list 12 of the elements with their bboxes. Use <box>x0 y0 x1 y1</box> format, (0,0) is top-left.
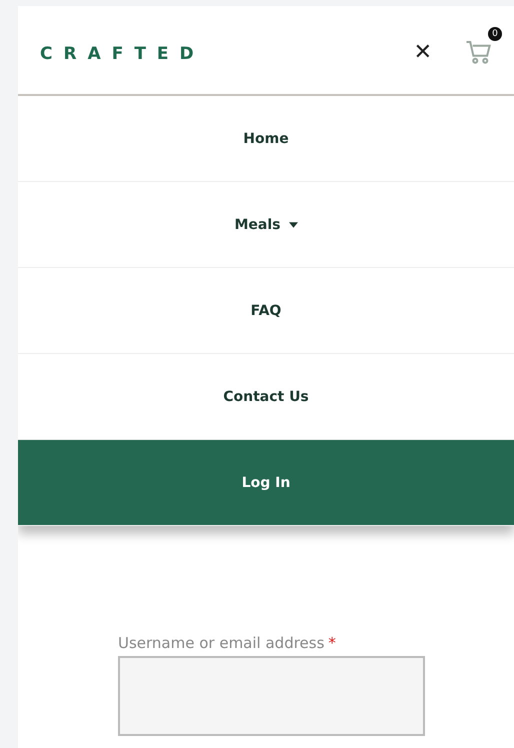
field-label: Username or email address <box>118 634 324 652</box>
required-mark: * <box>328 634 336 652</box>
logo[interactable]: CRAFTED <box>40 44 414 64</box>
menu-item[interactable]: FAQ <box>18 268 514 354</box>
close-icon[interactable]: ✕ <box>414 40 432 64</box>
login-button[interactable]: Log In <box>18 440 514 526</box>
menu-item[interactable]: Meals <box>18 182 514 268</box>
cart-count-badge: 0 <box>488 27 502 41</box>
caret-icon <box>288 222 298 228</box>
input-field[interactable] <box>118 656 425 736</box>
menu-item[interactable]: Home <box>18 96 514 182</box>
menu-item[interactable]: Contact Us <box>18 354 514 440</box>
